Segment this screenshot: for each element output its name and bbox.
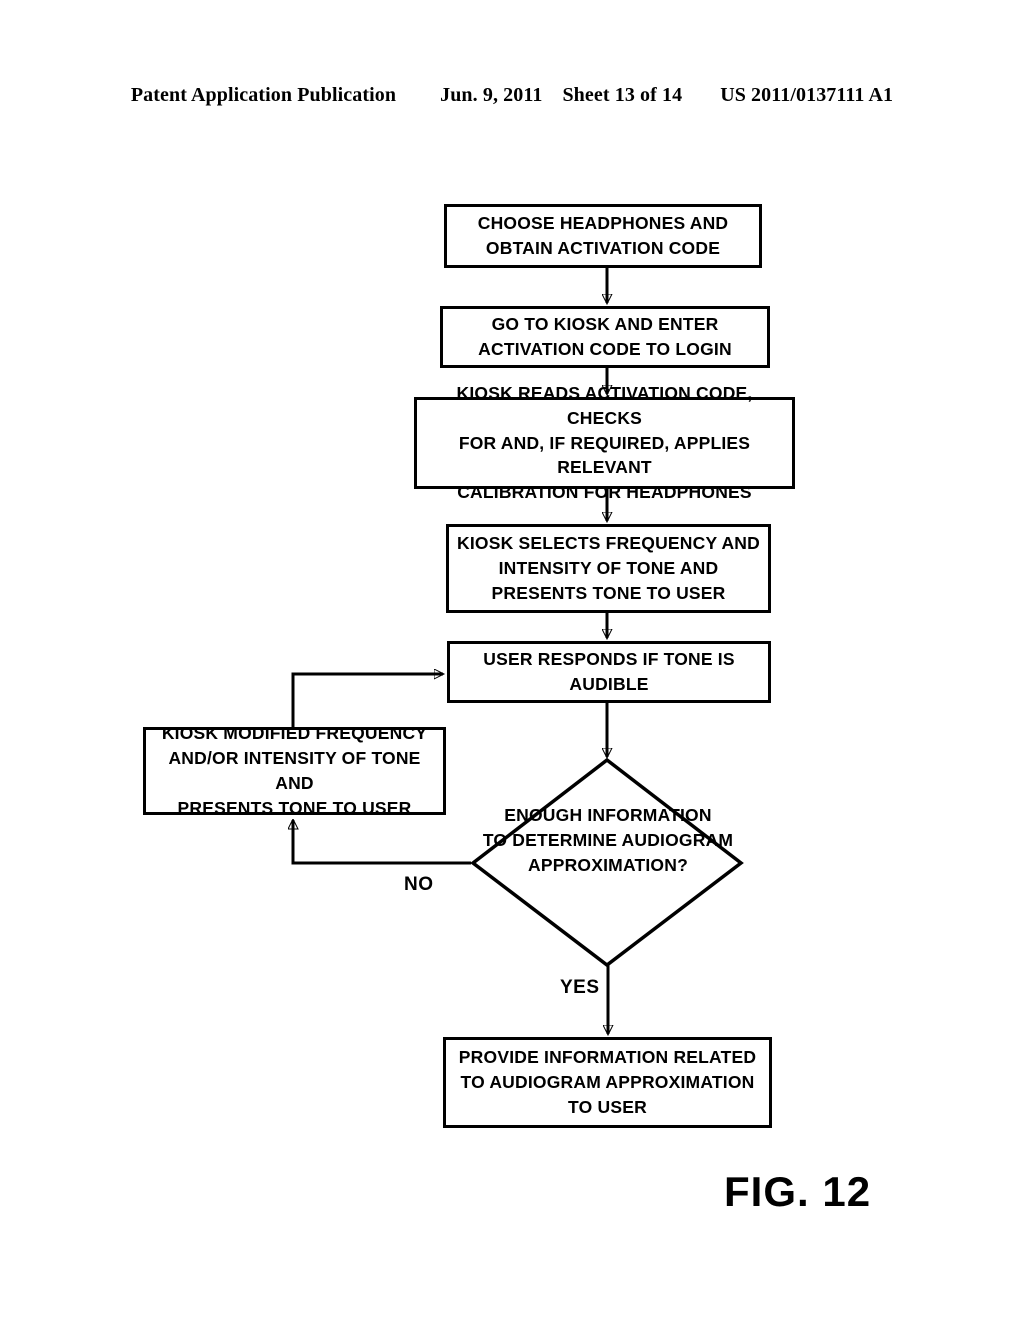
node-choose-headphones: CHOOSE HEADPHONES AND OBTAIN ACTIVATION …	[444, 204, 762, 268]
node-go-to-kiosk: GO TO KIOSK AND ENTER ACTIVATION CODE TO…	[440, 306, 770, 368]
flowchart: CHOOSE HEADPHONES AND OBTAIN ACTIVATION …	[0, 0, 1024, 1320]
decision-diamond	[470, 757, 744, 968]
node-kiosk-modified-frequency: KIOSK MODIFIED FREQUENCY AND/OR INTENSIT…	[143, 723, 446, 818]
patent-figure-page: Patent Application Publication Jun. 9, 2…	[0, 0, 1024, 1320]
node-kiosk-selects-frequency: KIOSK SELECTS FREQUENCY AND INTENSITY OF…	[446, 524, 771, 613]
figure-caption: FIG. 12	[724, 1168, 872, 1215]
edge-label-no: NO	[404, 874, 434, 895]
node-provide-information: PROVIDE INFORMATION RELATED TO AUDIOGRAM…	[443, 1037, 772, 1128]
edge-decision-no-to-n6	[293, 820, 471, 865]
node-kiosk-reads-activation-code: KIOSK READS ACTIVATION CODE, CHECKS FOR …	[414, 383, 795, 502]
decision-label: ENOUGH INFORMATION TO DETERMINE AUDIOGRA…	[482, 805, 734, 875]
node-user-responds: USER RESPONDS IF TONE IS AUDIBLE	[447, 641, 771, 703]
edge-label-yes: YES	[560, 977, 600, 998]
edge-n6-to-n5	[291, 674, 443, 727]
